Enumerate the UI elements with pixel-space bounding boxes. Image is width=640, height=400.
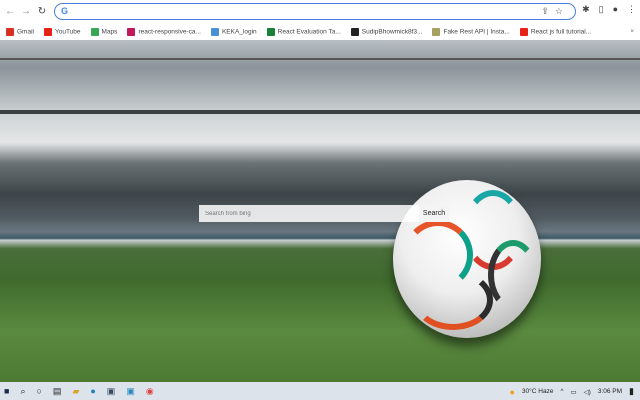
bulb-icon [432, 27, 441, 36]
clock[interactable]: 3:06 PM [598, 388, 622, 395]
maps-icon [90, 27, 99, 36]
bookmark-item[interactable]: SudipBhowmick8f3... [350, 27, 423, 36]
bookmark-item[interactable]: KEKA_login [210, 27, 257, 36]
back-icon[interactable]: ← [4, 6, 16, 17]
bookmark-label: Fake Rest API | Insta... [443, 28, 510, 36]
menu-icon[interactable]: ⋮ [627, 4, 636, 15]
share-icon[interactable]: ⇪ [541, 6, 555, 16]
chrome-icon[interactable]: ◉ [146, 386, 154, 397]
youtube-icon [519, 27, 528, 36]
bookmark-label: Maps [101, 28, 118, 36]
bookmark-item[interactable]: YouTube [43, 27, 81, 36]
reload-icon[interactable]: ↻ [36, 6, 48, 17]
extensions-icon[interactable]: ✱ [582, 4, 590, 15]
windows-start-icon[interactable]: ■ [4, 386, 9, 396]
bookmark-label: React js full tutorial... [530, 28, 592, 36]
bookmark-label: YouTube [54, 28, 81, 36]
search-icon[interactable]: ⌕ [20, 386, 25, 397]
google-icon: G [61, 6, 69, 16]
browser-toolbar: ← → ↻ G ⇪☆ ✱ ▯ ● ⋮ [0, 0, 640, 23]
avatar[interactable]: ● [613, 4, 618, 15]
bookmark-item[interactable]: React js full tutorial... [519, 27, 592, 36]
soccer-ball-image [393, 180, 541, 338]
network-icon[interactable]: ▭ [571, 388, 577, 396]
youtube-icon [43, 27, 52, 36]
close-icon[interactable]: × [630, 28, 634, 35]
task-view-icon[interactable]: ▤ [53, 386, 62, 397]
store-icon[interactable]: ▣ [107, 386, 116, 397]
search-input[interactable] [199, 205, 419, 222]
weather-text[interactable]: 30°C Haze [522, 388, 554, 395]
github-icon [350, 27, 359, 36]
bookmark-label: SudipBhowmick8f3... [361, 28, 423, 36]
star-icon[interactable]: ☆ [555, 6, 569, 16]
edge-icon[interactable]: ● [90, 386, 95, 396]
cortana-icon[interactable]: ○ [36, 386, 41, 396]
tray-chevron-icon[interactable]: ^ [560, 388, 563, 395]
forward-icon[interactable]: → [20, 6, 32, 17]
address-bar[interactable]: G ⇪☆ [54, 3, 576, 20]
bookmark-item[interactable]: react-responsive-ca... [127, 27, 201, 36]
bookmark-label: KEKA_login [221, 28, 257, 36]
bookmark-item[interactable]: React Evaluation Ta... [266, 27, 341, 36]
app-icon[interactable]: ▣ [126, 386, 135, 397]
page-icon [127, 27, 136, 36]
notifications-icon[interactable]: ▮ [629, 386, 634, 397]
bookmark-label: Gmail [17, 28, 34, 36]
sheets-icon [266, 27, 275, 36]
bookmark-label: React Evaluation Ta... [277, 28, 341, 36]
volume-icon[interactable]: ◁) [584, 388, 591, 396]
gmail-icon [6, 27, 14, 36]
keka-icon [210, 27, 219, 36]
file-explorer-icon[interactable]: ▰ [72, 386, 79, 397]
taskbar: ■ ⌕ ○ ▤ ▰ ● ▣ ▣ ◉ ● 30°C Haze ^ ▭ ◁) 3:0… [0, 382, 640, 400]
bookmark-label: react-responsive-ca... [138, 28, 201, 36]
bookmark-item[interactable]: Gmail [6, 27, 34, 36]
search-button[interactable]: Search [419, 205, 449, 222]
weather-icon: ● [509, 386, 515, 397]
bookmarks-bar: Gmail YouTube Maps react-responsive-ca... KE… [0, 23, 640, 40]
bookmark-item[interactable]: Maps [90, 27, 118, 36]
bookmark-item[interactable]: Fake Rest API | Insta... [432, 27, 510, 36]
search-form: Search [199, 205, 449, 222]
side-panel-icon[interactable]: ▯ [599, 4, 604, 15]
